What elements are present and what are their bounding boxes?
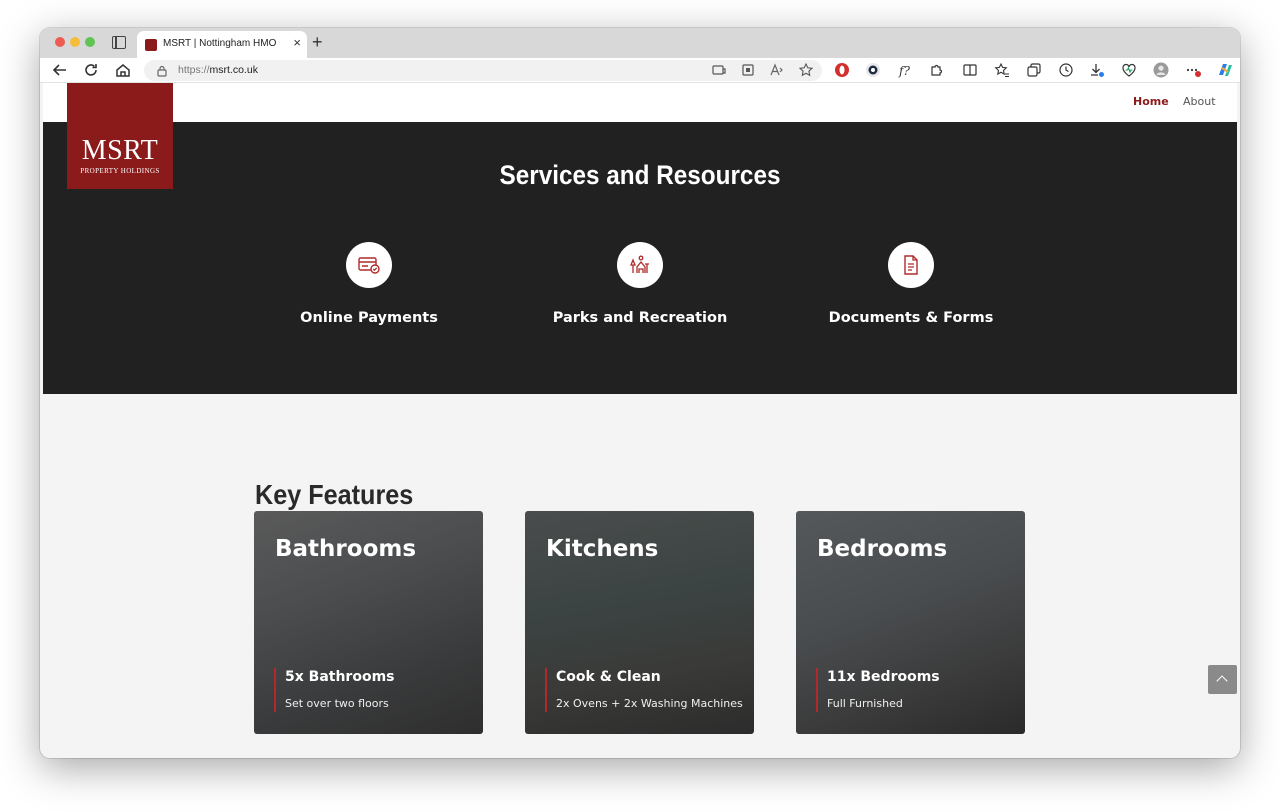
feature-card-kitchens[interactable]: Kitchens Cook & Clean 2x Ovens + 2x Wash… xyxy=(525,511,754,734)
logo-wordmark: MSRT xyxy=(81,135,159,166)
card-heading: Cook & Clean xyxy=(556,669,661,685)
favorites-icon[interactable] xyxy=(994,62,1010,78)
service-icon-circle xyxy=(617,242,663,288)
card-subtitle: Set over two floors xyxy=(285,697,389,710)
site-favicon-icon xyxy=(145,39,157,51)
card-accent-bar xyxy=(545,668,547,712)
service-label: Parks and Recreation xyxy=(552,310,728,326)
new-tab-button[interactable]: + xyxy=(312,33,323,51)
active-tab[interactable]: MSRT | Nottingham HMO × xyxy=(137,31,307,58)
web-page: Home About MSRT PROPERTY HOLDINGS Servic… xyxy=(43,83,1237,758)
back-arrow-icon[interactable] xyxy=(51,61,69,79)
url-scheme: https:// xyxy=(178,64,210,76)
nav-about-link[interactable]: About xyxy=(1183,95,1216,108)
split-screen-icon[interactable] xyxy=(962,62,978,78)
close-window-button[interactable] xyxy=(55,37,65,47)
reload-icon[interactable] xyxy=(82,61,100,79)
browser-toolbar: https://msrt.co.uk f? xyxy=(40,58,1240,83)
key-features-title: Key Features xyxy=(255,479,414,510)
app-available-icon[interactable] xyxy=(711,62,727,78)
collections-icon[interactable] xyxy=(1026,62,1042,78)
service-label: Documents & Forms xyxy=(828,310,994,326)
feature-card-bedrooms[interactable]: Bedrooms 11x Bedrooms Full Furnished xyxy=(796,511,1025,734)
copilot-icon[interactable] xyxy=(1216,61,1234,79)
card-heading: 5x Bathrooms xyxy=(285,669,395,685)
tab-actions-icon[interactable] xyxy=(112,36,126,49)
qr-code-icon[interactable] xyxy=(740,62,756,78)
browser-window: MSRT | Nottingham HMO × + https://msrt.c… xyxy=(40,28,1240,758)
service-documents-forms[interactable]: Documents & Forms xyxy=(791,242,1031,342)
service-online-payments[interactable]: Online Payments xyxy=(249,242,489,342)
document-icon xyxy=(904,255,918,275)
home-icon[interactable] xyxy=(114,61,132,79)
opera-extension-icon[interactable] xyxy=(834,62,850,78)
card-title: Bathrooms xyxy=(275,536,417,562)
card-heading: 11x Bedrooms xyxy=(827,669,940,685)
services-title: Services and Resources xyxy=(499,160,781,190)
url-host: msrt.co.uk xyxy=(209,64,258,76)
site-header: Home About xyxy=(43,83,1237,122)
profile-avatar-icon[interactable] xyxy=(1153,62,1169,78)
card-accent-bar xyxy=(274,668,276,712)
service-label: Online Payments xyxy=(300,310,438,326)
feature-card-bathrooms[interactable]: Bathrooms 5x Bathrooms Set over two floo… xyxy=(254,511,483,734)
svg-text:f?: f? xyxy=(898,64,910,78)
site-logo[interactable]: MSRT PROPERTY HOLDINGS xyxy=(67,83,173,189)
services-section: Services and Resources Online Payments P… xyxy=(43,122,1237,394)
more-options-icon[interactable] xyxy=(1185,62,1201,78)
service-icon-circle xyxy=(346,242,392,288)
nav-home-link[interactable]: Home xyxy=(1133,95,1169,108)
tab-close-icon[interactable]: × xyxy=(293,36,301,50)
logo-tagline: PROPERTY HOLDINGS xyxy=(80,167,160,175)
address-bar[interactable]: https://msrt.co.uk xyxy=(144,60,822,81)
service-parks-recreation[interactable]: Parks and Recreation xyxy=(520,242,760,342)
font-finder-icon[interactable]: f? xyxy=(897,62,913,78)
lock-icon[interactable] xyxy=(155,64,169,78)
extension-circle-icon[interactable] xyxy=(865,62,881,78)
downloads-icon[interactable] xyxy=(1089,62,1105,78)
card-title: Kitchens xyxy=(546,536,659,562)
tab-title: MSRT | Nottingham HMO xyxy=(163,38,277,49)
history-icon[interactable] xyxy=(1058,62,1074,78)
puzzle-extensions-icon[interactable] xyxy=(928,62,944,78)
read-aloud-icon[interactable] xyxy=(769,62,785,78)
card-title: Bedrooms xyxy=(817,536,948,562)
zoom-window-button[interactable] xyxy=(85,37,95,47)
url-text[interactable]: https://msrt.co.uk xyxy=(178,64,258,76)
credit-card-icon xyxy=(358,257,380,274)
browser-essentials-icon[interactable] xyxy=(1121,62,1137,78)
minimize-window-button[interactable] xyxy=(70,37,80,47)
tab-bar: MSRT | Nottingham HMO × + xyxy=(40,28,1240,58)
back-to-top-button[interactable] xyxy=(1208,665,1237,694)
park-icon xyxy=(630,255,649,273)
card-accent-bar xyxy=(816,668,818,712)
card-subtitle: Full Furnished xyxy=(827,697,903,710)
service-icon-circle xyxy=(888,242,934,288)
card-subtitle: 2x Ovens + 2x Washing Machines xyxy=(556,697,743,710)
favorite-star-icon[interactable] xyxy=(798,62,814,78)
